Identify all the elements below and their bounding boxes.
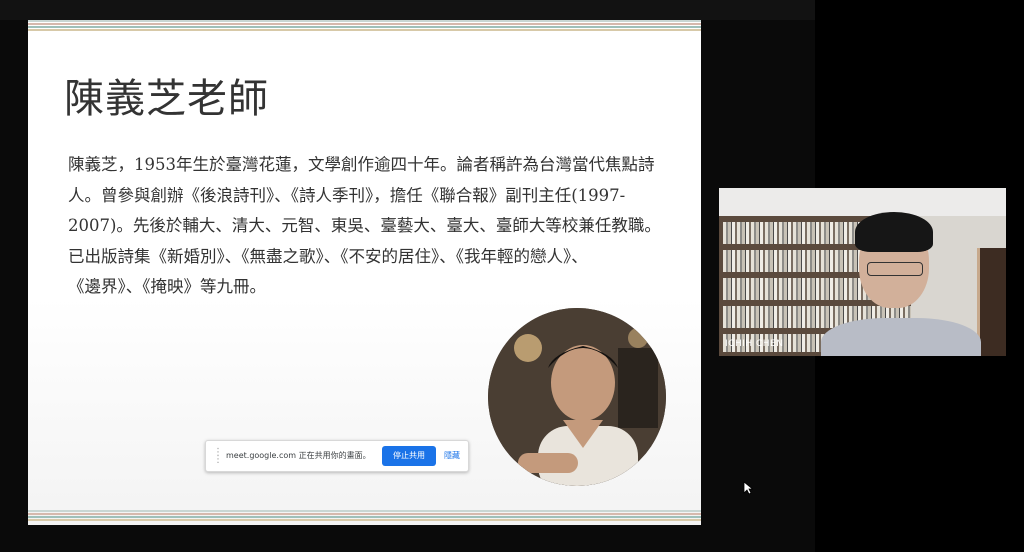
body-line: 《邊界》、《掩映》等九冊。 bbox=[68, 277, 266, 296]
participant-hair bbox=[855, 212, 933, 252]
participant-name: ICHIH CHEN bbox=[725, 339, 784, 349]
body-line: 人。曾參與創辦《後浪詩刊》、《詩人季刊》，擔任《聯合報》副刊主任(1997- bbox=[68, 185, 626, 205]
hide-bar-button[interactable]: 隱藏 bbox=[442, 446, 462, 466]
mouse-cursor-icon bbox=[743, 481, 753, 495]
participant-shirt bbox=[821, 318, 981, 356]
top-stripe-4 bbox=[28, 29, 701, 31]
portrait-illustration bbox=[488, 308, 666, 486]
participant-video-tile[interactable]: ICHIH CHEN bbox=[719, 188, 1006, 356]
participant-person bbox=[821, 212, 981, 356]
stop-sharing-button[interactable]: 停止共用 bbox=[382, 446, 436, 466]
doorway bbox=[977, 248, 1006, 356]
share-status-text: meet.google.com 正在共用你的畫面。 bbox=[226, 451, 371, 460]
portrait-photo bbox=[488, 308, 666, 486]
bottom-stripe-1 bbox=[28, 510, 701, 512]
body-line: 已出版詩集《新婚別》、《無盡之歌》、《不安的居住》、《我年輕的戀人》、 bbox=[68, 246, 588, 266]
glasses-icon bbox=[867, 262, 923, 276]
top-stripe-1 bbox=[28, 20, 701, 22]
bottom-stripe-2 bbox=[28, 513, 701, 515]
body-line: 陳義芝，1953年生於臺灣花蓮，文學創作逾四十年。論者稱許為台灣當代焦點詩 bbox=[68, 155, 655, 174]
top-stripe-3 bbox=[28, 26, 701, 28]
body-line: 2007)。先後於輔大、清大、元智、東吳、臺藝大、臺大、臺師大等校兼任教職。 bbox=[68, 216, 661, 235]
top-stripe-2 bbox=[28, 23, 701, 25]
slide-body: 陳義芝，1953年生於臺灣花蓮，文學創作逾四十年。論者稱許為台灣當代焦點詩 人。… bbox=[68, 150, 668, 303]
drag-handle-icon[interactable]: ⋮ ⋮ bbox=[213, 448, 223, 465]
bottom-stripe-3 bbox=[28, 516, 701, 518]
bottom-stripe-4 bbox=[28, 519, 701, 521]
screen-share-bar: ⋮ ⋮ meet.google.com 正在共用你的畫面。 停止共用 隱藏 bbox=[205, 440, 469, 472]
slide-title: 陳義芝老師 bbox=[64, 76, 269, 122]
video-ceiling bbox=[719, 188, 1006, 216]
